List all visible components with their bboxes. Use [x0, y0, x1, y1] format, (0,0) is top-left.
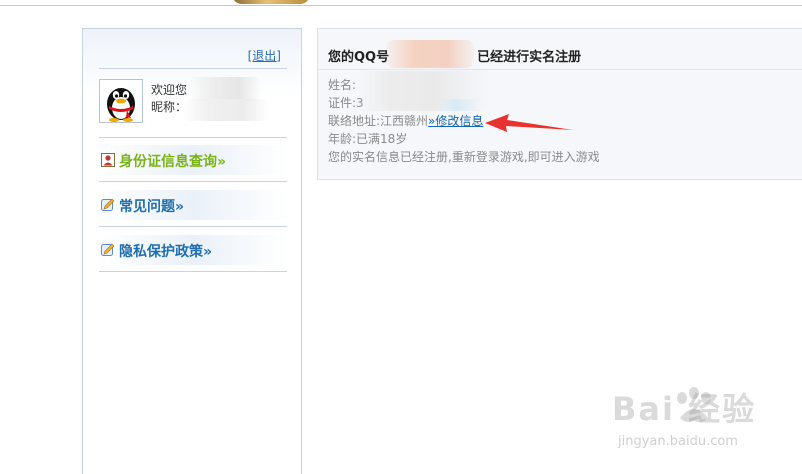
sidebar-item-id-query[interactable]: 身份证信息查询» [99, 145, 287, 175]
top-header-strip [0, 0, 802, 6]
logout-link[interactable]: [退出] [248, 47, 281, 64]
user-greeting: 欢迎您 昵称： [151, 82, 187, 116]
registration-info-panel: 您的QQ号 已经进行实名注册 姓名: 证件:3 联络地址:江西赣州»修改信息 年龄… [317, 28, 802, 180]
edit-info-link[interactable]: »修改信息 [428, 114, 483, 128]
sidebar-item-label: 身份证信息查询» [119, 154, 227, 170]
registration-notice: 您的实名信息已经注册,重新登录游戏,即可进入游戏 [328, 150, 600, 164]
sidebar-divider [99, 271, 287, 272]
qq-penguin-icon [99, 79, 143, 123]
sidebar-item-faq[interactable]: 常见问题» [99, 190, 287, 220]
sidebar-divider [99, 68, 287, 69]
title-suffix: 已经进行实名注册 [477, 50, 582, 65]
sidebar-divider [99, 137, 287, 138]
game-logo-icon [232, 0, 310, 4]
sidebar-item-label: 常见问题» [119, 199, 185, 215]
paw-icon [677, 387, 711, 422]
title-prefix: 您的QQ号 [328, 50, 390, 65]
name-row: 姓名: [328, 78, 357, 92]
watermark-url: jingyan.baidu.com [618, 434, 738, 449]
pencil-icon [101, 198, 115, 211]
id-card-icon [101, 153, 115, 167]
welcome-label: 欢迎您 [151, 83, 188, 97]
sidebar-item-label: 隐私保护政策» [119, 244, 213, 260]
redacted-username [189, 77, 261, 101]
sidebar: [退出] 欢迎您 昵称： 身份证信息查询» 常见问题» 隐私保护政策» [82, 28, 302, 474]
baidu-jingyan-watermark: Bai 经验 jingyan.baidu.com [612, 384, 792, 464]
pencil-icon [101, 243, 115, 256]
page: [退出] 欢迎您 昵称： 身份证信息查询» 常见问题» 隐私保护政策» 您的QQ… [0, 0, 802, 474]
redacted-id-fragment [438, 99, 480, 111]
nickname-label: 昵称： [151, 100, 188, 114]
sidebar-divider [99, 181, 287, 182]
address-label: 联络地址:江西赣州 [328, 114, 429, 128]
red-arrow-icon [485, 114, 573, 132]
address-row: 联络地址:江西赣州»修改信息 [328, 112, 483, 130]
sidebar-divider [99, 226, 287, 227]
panel-title: 您的QQ号 已经进行实名注册 [328, 46, 581, 65]
sidebar-item-privacy[interactable]: 隐私保护政策» [99, 235, 287, 265]
panel-divider [318, 69, 802, 70]
age-row: 年龄:已满18岁 [328, 132, 408, 146]
redacted-nickname [183, 99, 269, 121]
